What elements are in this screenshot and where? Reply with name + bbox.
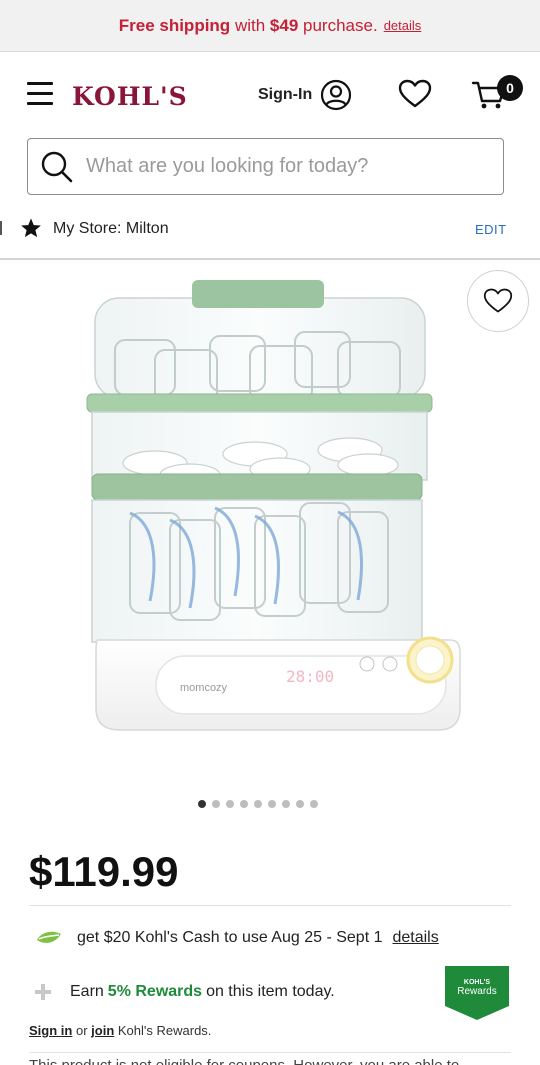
rewards-join-link[interactable]: join — [91, 1023, 114, 1038]
kohls-cash-row: get $20 Kohl's Cash to use Aug 25 - Sept… — [35, 928, 439, 948]
carousel-dot[interactable] — [240, 800, 248, 808]
carousel-dot[interactable] — [198, 800, 206, 808]
carousel-dot[interactable] — [212, 800, 220, 808]
carousel-dot[interactable] — [226, 800, 234, 808]
kohls-rewards-badge: KOHL'S Rewards — [445, 966, 509, 1020]
coupon-notice: This product is not eligible for coupons… — [29, 1057, 459, 1065]
my-store-label: My Store: Milton — [53, 220, 169, 237]
hamburger-menu-icon[interactable] — [27, 82, 53, 106]
rewards-row: Earn 5% Rewards on this item today. — [34, 983, 335, 1001]
promo-with: with — [234, 15, 266, 35]
site-header: KOHL'S Sign-In 0 — [0, 52, 540, 138]
store-edit-link[interactable]: EDIT — [475, 222, 507, 237]
carousel-dot[interactable] — [296, 800, 304, 808]
product-brand-text: momcozy — [180, 682, 228, 694]
rewards-badge-top: KOHL'S — [464, 979, 490, 986]
carousel-dot[interactable] — [310, 800, 318, 808]
kohls-cash-text: get $20 Kohl's Cash to use Aug 25 - Sept… — [77, 929, 383, 946]
store-row: My Store: Milton EDIT — [0, 208, 540, 248]
heart-icon — [483, 288, 513, 313]
rewards-earn: Earn — [70, 983, 104, 1000]
product-image[interactable]: momcozy 28:00 — [20, 268, 490, 788]
promo-purchase: purchase. — [303, 15, 378, 35]
promo-details-link[interactable]: details — [384, 18, 422, 33]
rewards-suffix-text: Kohl's Rewards. — [117, 1023, 212, 1038]
rewards-or: or — [75, 1023, 88, 1038]
store-row-divider — [0, 221, 2, 235]
search-input[interactable] — [86, 155, 486, 178]
promo-banner: Free shipping with $49 purchase. details — [0, 0, 540, 52]
kohls-logo[interactable]: KOHL'S — [72, 82, 188, 111]
promo-free-shipping: Free shipping — [118, 15, 231, 35]
cart-count-badge: 0 — [497, 75, 523, 101]
account-icon — [321, 79, 352, 111]
price-divider — [29, 905, 511, 906]
promo-amount: $49 — [269, 15, 299, 35]
rewards-percent: 5% Rewards — [107, 983, 203, 1000]
product-price: $119.99 — [29, 848, 179, 895]
star-icon — [21, 218, 41, 238]
plus-icon — [35, 984, 51, 1000]
carousel-dot[interactable] — [282, 800, 290, 808]
heart-icon[interactable] — [398, 79, 432, 109]
rewards-suffix: on this item today. — [206, 983, 335, 1000]
rewards-badge-bottom: Rewards — [457, 986, 496, 997]
rewards-signin-link[interactable]: Sign in — [29, 1023, 72, 1038]
rewards-signin-line: Sign in or join Kohl's Rewards. — [29, 1023, 211, 1038]
add-to-wishlist-button[interactable] — [467, 270, 529, 332]
search-icon[interactable] — [40, 150, 74, 184]
carousel-dot[interactable] — [254, 800, 262, 808]
rewards-divider — [29, 1052, 511, 1053]
carousel-dot[interactable] — [268, 800, 276, 808]
signin-label: Sign-In — [258, 86, 313, 103]
header-divider — [0, 258, 540, 260]
image-carousel-dots — [198, 800, 318, 808]
product-display-time: 28:00 — [286, 667, 334, 686]
kohls-cash-icon — [37, 931, 61, 943]
kohls-cash-details-link[interactable]: details — [392, 929, 438, 947]
search-bar — [27, 138, 504, 195]
signin-button[interactable]: Sign-In — [258, 79, 352, 111]
